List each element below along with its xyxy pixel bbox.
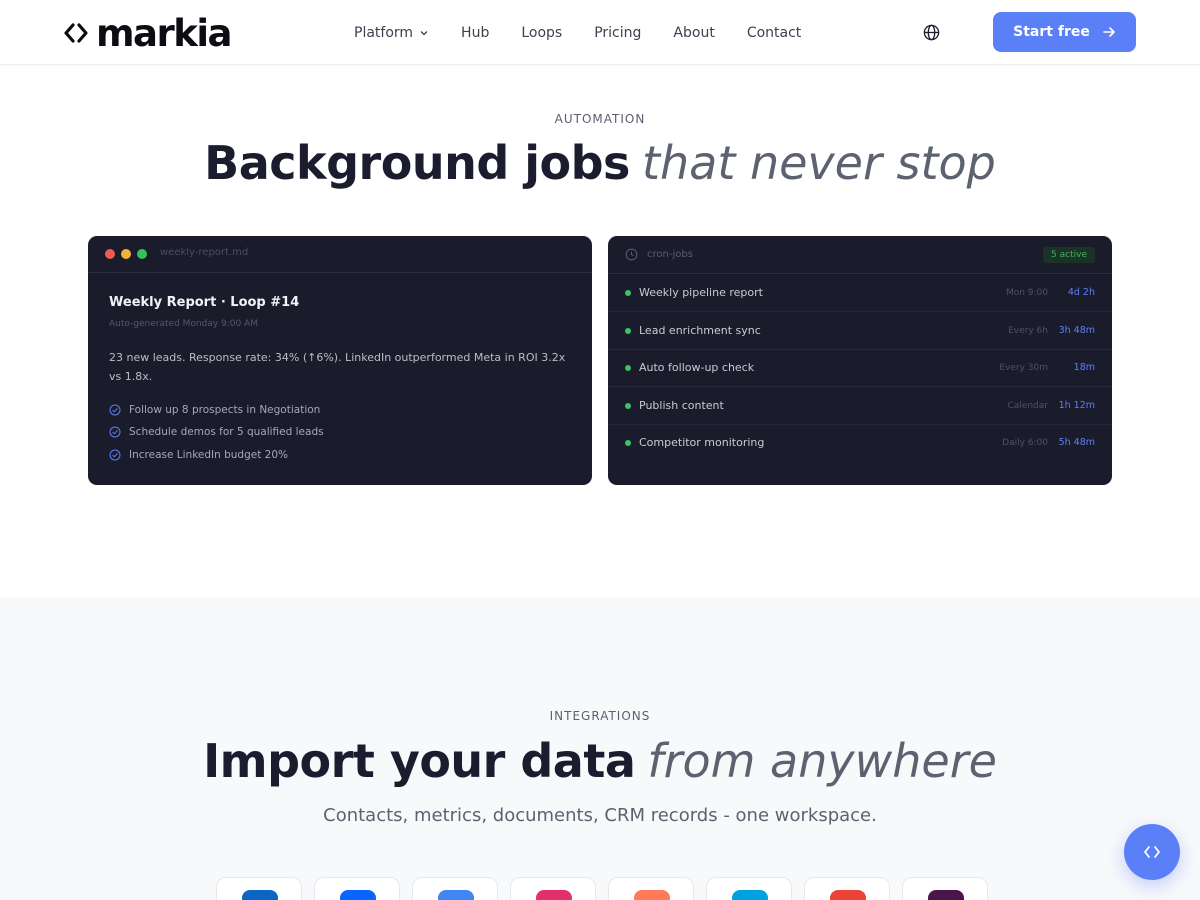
automation-eyebrow: AUTOMATION	[554, 112, 646, 126]
integration-tile-instagram[interactable]	[510, 877, 596, 900]
report-subtitle: Auto-generated Monday 9:00 AM	[109, 319, 259, 329]
report-title: Weekly Report · Loop #14	[109, 295, 300, 310]
todo-label: Schedule demos for 5 qualified leads	[129, 426, 324, 438]
job-next-run: 4d 2h	[1067, 287, 1095, 298]
nav-platform[interactable]: Platform	[354, 25, 429, 41]
headline-soft: from anywhere	[647, 734, 997, 788]
todo-label: Follow up 8 prospects in Negotiation	[129, 404, 321, 416]
status-dot	[625, 328, 631, 334]
todo-label: Increase LinkedIn budget 20%	[129, 449, 289, 461]
status-dot	[625, 403, 631, 409]
cron-job-row[interactable]: Competitor monitoring Daily 6:00 5h 48m	[608, 424, 1112, 462]
cron-job-row[interactable]: Weekly pipeline report Mon 9:00 4d 2h	[608, 274, 1112, 312]
job-name: Lead enrichment sync	[639, 324, 761, 337]
job-name: Publish content	[639, 399, 724, 412]
nav-label: Contact	[746, 24, 802, 41]
instagram-icon	[536, 890, 572, 900]
nav-loops[interactable]: Loops	[521, 25, 562, 41]
google-icon	[438, 890, 474, 900]
chat-launcher-button[interactable]	[1124, 824, 1180, 880]
integrations-eyebrow: INTEGRATIONS	[549, 709, 651, 723]
check-circle-icon	[109, 449, 121, 461]
nav-label: About	[673, 24, 715, 41]
window-titlebar: weekly-report.md	[88, 236, 592, 273]
file-name: weekly-report.md	[160, 247, 249, 258]
main-nav: Platform Hub Loops Pricing About Contact	[354, 0, 833, 65]
headline-strong: Background jobs	[204, 136, 630, 190]
start-free-label: Start free	[1013, 24, 1090, 40]
nav-label: Hub	[461, 24, 490, 41]
logo-text: markia	[96, 11, 233, 55]
integrations-headline: Import your data from anywhere	[0, 736, 1200, 787]
clock-icon	[625, 248, 638, 261]
check-circle-icon	[109, 404, 121, 416]
cron-title: cron-jobs	[647, 249, 693, 260]
weekly-report-card: weekly-report.md Weekly Report · Loop #1…	[88, 236, 592, 485]
code-brackets-icon	[64, 23, 88, 43]
status-dot	[625, 440, 631, 446]
integrations-subtitle: Contacts, metrics, documents, CRM record…	[323, 805, 877, 826]
cron-job-row[interactable]: Publish content Calendar 1h 12m	[608, 387, 1112, 425]
site-header: markia Platform Hub Loops Pricing About …	[0, 0, 1200, 65]
gmail-icon	[830, 890, 866, 900]
job-name: Competitor monitoring	[639, 436, 765, 449]
nav-label: Platform	[354, 24, 414, 41]
integration-tile-linkedin[interactable]	[216, 877, 302, 900]
nav-label: Loops	[521, 24, 563, 41]
maximize-dot	[137, 249, 147, 259]
cron-header: cron-jobs 5 active	[608, 236, 1112, 274]
arrow-right-icon	[1103, 27, 1115, 37]
active-badge: 5 active	[1043, 247, 1095, 263]
start-free-button[interactable]: Start free	[993, 12, 1136, 52]
nav-hub[interactable]: Hub	[461, 25, 489, 41]
status-dot	[625, 365, 631, 371]
integration-tile-slack[interactable]	[902, 877, 988, 900]
close-dot	[105, 249, 115, 259]
nav-label: Pricing	[594, 24, 642, 41]
todo-item: Schedule demos for 5 qualified leads	[109, 426, 324, 438]
integration-tile-google[interactable]	[412, 877, 498, 900]
job-schedule: Every 30m	[999, 363, 1048, 373]
integration-tile-salesforce[interactable]	[706, 877, 792, 900]
integration-tiles	[216, 877, 1000, 900]
linkedin-icon	[242, 890, 278, 900]
nav-pricing[interactable]: Pricing	[594, 25, 641, 41]
meta-icon	[340, 890, 376, 900]
globe-icon[interactable]	[922, 23, 941, 42]
job-name: Weekly pipeline report	[639, 286, 763, 299]
headline-strong: Import your data	[203, 734, 636, 788]
nav-contact[interactable]: Contact	[747, 25, 801, 41]
cron-job-row[interactable]: Lead enrichment sync Every 6h 3h 48m	[608, 312, 1112, 350]
job-name: Auto follow-up check	[639, 361, 755, 374]
todo-item: Follow up 8 prospects in Negotiation	[109, 404, 320, 416]
integration-tile-hubspot[interactable]	[608, 877, 694, 900]
minimize-dot	[121, 249, 131, 259]
salesforce-icon	[732, 890, 768, 900]
job-next-run: 3h 48m	[1058, 325, 1095, 336]
cron-jobs-card: cron-jobs 5 active Weekly pipeline repor…	[608, 236, 1112, 485]
job-next-run: 5h 48m	[1058, 437, 1095, 448]
job-schedule: Mon 9:00	[1005, 288, 1048, 298]
code-brackets-icon	[1144, 846, 1160, 858]
report-body: 23 new leads. Response rate: 34% (↑6%). …	[109, 351, 566, 383]
slack-icon	[928, 890, 964, 900]
headline-soft: that never stop	[641, 136, 996, 190]
job-next-run: 18m	[1073, 362, 1095, 373]
job-schedule: Calendar	[1007, 401, 1048, 411]
nav-about[interactable]: About	[673, 25, 714, 41]
check-circle-icon	[109, 426, 121, 438]
logo[interactable]: markia	[64, 11, 233, 55]
todo-item: Increase LinkedIn budget 20%	[109, 449, 288, 461]
integration-tile-meta[interactable]	[314, 877, 400, 900]
cron-job-row[interactable]: Auto follow-up check Every 30m 18m	[608, 349, 1112, 387]
job-next-run: 1h 12m	[1058, 400, 1095, 411]
job-schedule: Every 6h	[1008, 326, 1048, 336]
chevron-down-icon	[420, 30, 428, 35]
job-schedule: Daily 6:00	[1002, 438, 1048, 448]
integration-tile-gmail[interactable]	[804, 877, 890, 900]
hubspot-icon	[634, 890, 670, 900]
status-dot	[625, 290, 631, 296]
automation-headline: Background jobs that never stop	[0, 138, 1200, 189]
